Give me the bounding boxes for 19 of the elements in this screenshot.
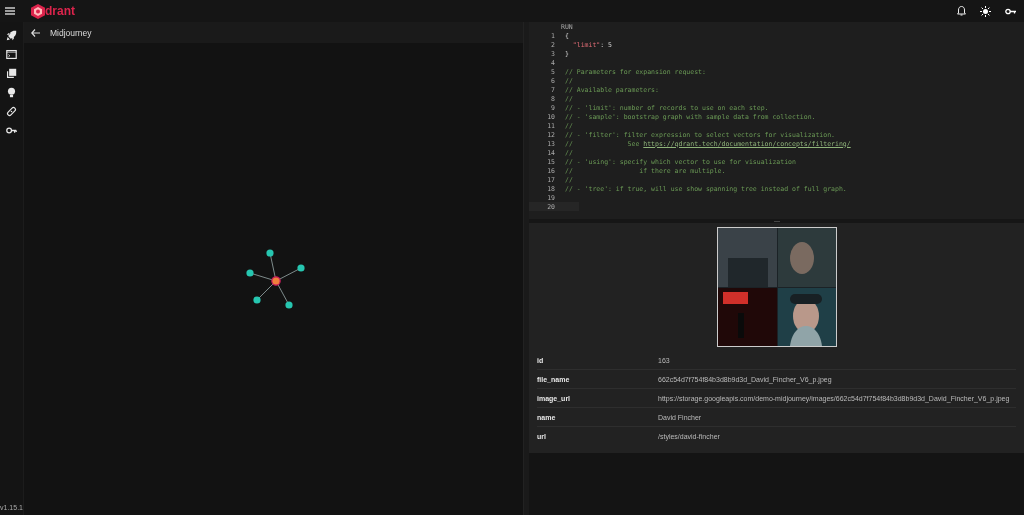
key-icon[interactable]	[1005, 7, 1016, 15]
rocket-icon[interactable]	[5, 30, 18, 41]
graph-node[interactable]	[297, 264, 305, 272]
logo-icon	[31, 3, 45, 19]
graph-node[interactable]	[266, 249, 274, 257]
collections-icon[interactable]	[5, 68, 18, 79]
collection-title: Midjourney	[50, 27, 92, 38]
back-arrow-icon[interactable]	[31, 28, 40, 37]
graph-node[interactable]	[285, 301, 293, 309]
key-icon[interactable]	[5, 125, 18, 136]
logo-text: drant	[45, 4, 75, 18]
bulb-icon[interactable]	[5, 87, 18, 98]
menu-icon[interactable]	[5, 7, 15, 15]
graph-node[interactable]	[253, 296, 261, 304]
console-icon[interactable]	[5, 49, 18, 60]
graph-center-node[interactable]	[271, 276, 281, 286]
graph-node[interactable]	[246, 269, 254, 277]
bell-icon[interactable]	[957, 6, 966, 16]
brightness-icon[interactable]	[980, 5, 991, 17]
